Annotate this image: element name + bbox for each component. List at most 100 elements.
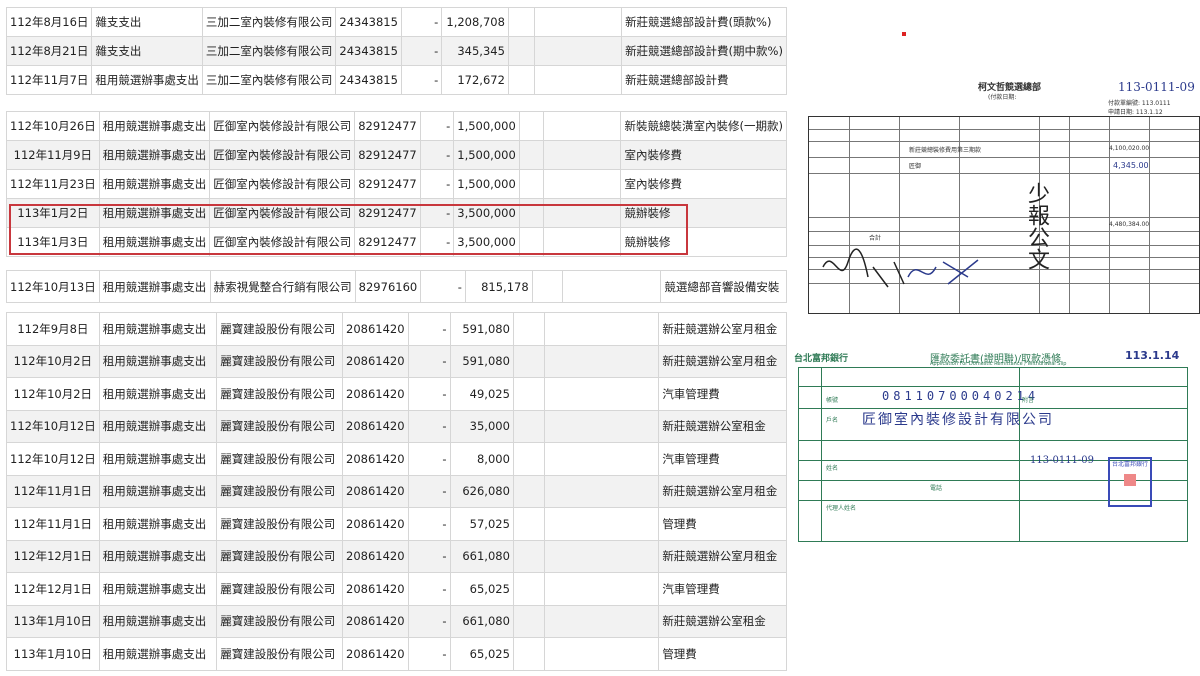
empty-cell bbox=[543, 111, 622, 141]
category-cell: 租用競選辦事處支出 bbox=[98, 344, 218, 378]
table-row: 112年10月2日 租用競選辦事處支出 麗寶建設股份有限公司 20861420-49,… bbox=[6, 377, 787, 411]
tax-id-cell: 24343815 bbox=[335, 7, 402, 37]
dash-cell: - bbox=[419, 198, 455, 228]
amount-cell: 49,025 bbox=[449, 377, 514, 411]
vendor-cell: 麗寶建設股份有限公司 bbox=[216, 474, 343, 508]
vendor-cell: 麗寶建設股份有限公司 bbox=[216, 377, 343, 411]
note-cell: 管理費 bbox=[658, 637, 787, 671]
table-row: 112年11月7日 租用競選辦事處支出 三加二室內裝修有限公司 24343815-17… bbox=[5, 65, 787, 95]
tax-id-cell: 20861420 bbox=[342, 539, 409, 573]
dash-cell: - bbox=[407, 539, 451, 573]
rent-table: 112年9月8日 租用競選辦事處支出 麗寶建設股份有限公司 20861420-591,… bbox=[6, 312, 787, 671]
remittance-slip: 台北富邦銀行 匯款委託書(證明聯)/取款憑條 Application For D… bbox=[790, 345, 1200, 557]
dash-cell: - bbox=[407, 572, 451, 606]
tax-id-cell: 24343815 bbox=[335, 65, 402, 95]
tax-id-cell: 82912477 bbox=[354, 111, 421, 141]
vendor-cell: 麗寶建設股份有限公司 bbox=[216, 637, 343, 671]
table-row: 112年12月1日 租用競選辦事處支出 麗寶建設股份有限公司 20861420-65,… bbox=[6, 572, 787, 606]
empty-cell bbox=[543, 227, 622, 257]
amount-cell: 3,500,000 bbox=[453, 227, 520, 257]
vendor-cell: 麗寶建設股份有限公司 bbox=[216, 539, 343, 573]
vendor-cell: 麗寶建設股份有限公司 bbox=[216, 604, 343, 638]
category-cell: 租用競選辦事處支出 bbox=[98, 507, 218, 541]
amount-cell: 172,672 bbox=[441, 65, 509, 95]
category-cell: 租用競選辦事處支出 bbox=[98, 604, 218, 638]
note-cell: 新莊競選辦公室月租金 bbox=[658, 344, 787, 378]
table-row: 112年10月2日 租用競選辦事處支出 麗寶建設股份有限公司 20861420-591… bbox=[6, 344, 787, 378]
slip-payee-name: 匠御室內裝修設計有限公司 bbox=[862, 412, 1054, 428]
empty-cell bbox=[512, 539, 546, 573]
dash-cell: - bbox=[407, 604, 451, 638]
date-cell: 113年1月3日 bbox=[6, 227, 100, 257]
slip-date: 113.1.14 bbox=[1125, 349, 1180, 362]
empty-cell bbox=[518, 227, 545, 257]
table-row: 112年10月12日 租用競選辦事處支出 麗寶建設股份有限公司 20861420-35… bbox=[6, 409, 787, 443]
date-cell: 112年11月1日 bbox=[6, 474, 100, 508]
tax-id-cell: 24343815 bbox=[335, 36, 402, 66]
tax-id-cell: 20861420 bbox=[342, 312, 409, 346]
payment-voucher: 柯文哲競選總部 (付款日期: 113-0111-09 付款單編號: 113.01… bbox=[808, 72, 1200, 322]
category-cell: 租用競選辦事處支出 bbox=[91, 65, 203, 95]
dash-cell: - bbox=[419, 140, 455, 170]
red-mark bbox=[902, 32, 906, 36]
category-cell: 租用競選辦事處支出 bbox=[98, 377, 218, 411]
category-cell: 租用競選辦事處支出 bbox=[98, 270, 211, 303]
tax-id-cell: 82912477 bbox=[354, 198, 421, 228]
dash-cell: - bbox=[400, 7, 443, 37]
date-cell: 113年1月10日 bbox=[6, 637, 100, 671]
vendor-cell: 麗寶建設股份有限公司 bbox=[216, 442, 343, 476]
bank-stamp: 台北富邦銀行 bbox=[1108, 457, 1152, 507]
category-cell: 租用競選辦事處支出 bbox=[98, 140, 211, 170]
category-cell: 租用競選辦事處支出 bbox=[98, 409, 218, 443]
category-cell: 租用競選辦事處支出 bbox=[98, 474, 218, 508]
slip-name-label: 姓名 bbox=[826, 465, 839, 472]
empty-cell bbox=[544, 539, 660, 573]
date-cell: 112年8月21日 bbox=[5, 36, 93, 66]
amount-cell: 1,500,000 bbox=[453, 169, 520, 199]
audio-table: 112年10月13日 租用競選辦事處支出 赫索視覺整合行銷有限公司 82976160-… bbox=[6, 270, 787, 303]
amount-cell: 626,080 bbox=[449, 474, 514, 508]
empty-cell bbox=[518, 169, 545, 199]
date-cell: 112年12月1日 bbox=[6, 572, 100, 606]
amount-cell: 65,025 bbox=[449, 637, 514, 671]
empty-cell bbox=[543, 198, 622, 228]
amount-cell: 661,080 bbox=[449, 539, 514, 573]
amount-cell: 815,178 bbox=[464, 270, 533, 303]
tax-id-cell: 20861420 bbox=[342, 507, 409, 541]
note-cell: 新莊競選辦公室月租金 bbox=[658, 312, 787, 346]
vendor-cell: 匠御室內裝修設計有限公司 bbox=[209, 140, 356, 170]
amount-cell: 3,500,000 bbox=[453, 198, 520, 228]
tax-id-cell: 20861420 bbox=[342, 409, 409, 443]
empty-cell bbox=[544, 409, 660, 443]
empty-cell bbox=[544, 344, 660, 378]
tax-id-cell: 20861420 bbox=[342, 377, 409, 411]
dash-cell: - bbox=[400, 65, 443, 95]
category-cell: 雜支支出 bbox=[91, 36, 203, 66]
amount-cell: 35,000 bbox=[449, 409, 514, 443]
empty-cell bbox=[512, 377, 546, 411]
note-cell: 新莊競選總部設計費 bbox=[621, 65, 787, 95]
table-row: 113年1月2日 租用競選辦事處支出 匠御室內裝修設計有限公司 82912477-3,… bbox=[6, 198, 787, 228]
table-row: 112年11月1日 租用競選辦事處支出 麗寶建設股份有限公司 20861420-57,… bbox=[6, 507, 787, 541]
table-row: 112年8月21日 雜支支出 三加二室內裝修有限公司 24343815-345,345… bbox=[5, 36, 787, 66]
renovation-table: 112年10月26日 租用競選辦事處支出 匠御室內裝修設計有限公司 82912477-… bbox=[6, 111, 787, 257]
amount-cell: 591,080 bbox=[449, 312, 514, 346]
table-row: 112年11月23日 租用競選辦事處支出 匠御室內裝修設計有限公司 82912477-… bbox=[6, 169, 787, 199]
date-cell: 112年9月8日 bbox=[6, 312, 100, 346]
amount-cell: 65,025 bbox=[449, 572, 514, 606]
empty-cell bbox=[543, 169, 622, 199]
amount-cell: 661,080 bbox=[449, 604, 514, 638]
note-cell: 汽車管理費 bbox=[658, 442, 787, 476]
table-row: 113年1月10日 租用競選辦事處支出 麗寶建設股份有限公司 20861420-661… bbox=[6, 604, 787, 638]
empty-cell bbox=[544, 312, 660, 346]
note-cell: 新裝競總裝潢室內裝修(一期款) bbox=[620, 111, 787, 141]
dash-cell: - bbox=[400, 36, 443, 66]
empty-cell bbox=[512, 474, 546, 508]
vendor-cell: 麗寶建設股份有限公司 bbox=[216, 312, 343, 346]
note-cell: 競辦裝修 bbox=[620, 198, 787, 228]
empty-cell bbox=[544, 474, 660, 508]
empty-cell bbox=[562, 270, 662, 303]
empty-cell bbox=[512, 507, 546, 541]
note-cell: 汽車管理費 bbox=[658, 377, 787, 411]
vendor-cell: 麗寶建設股份有限公司 bbox=[216, 507, 343, 541]
